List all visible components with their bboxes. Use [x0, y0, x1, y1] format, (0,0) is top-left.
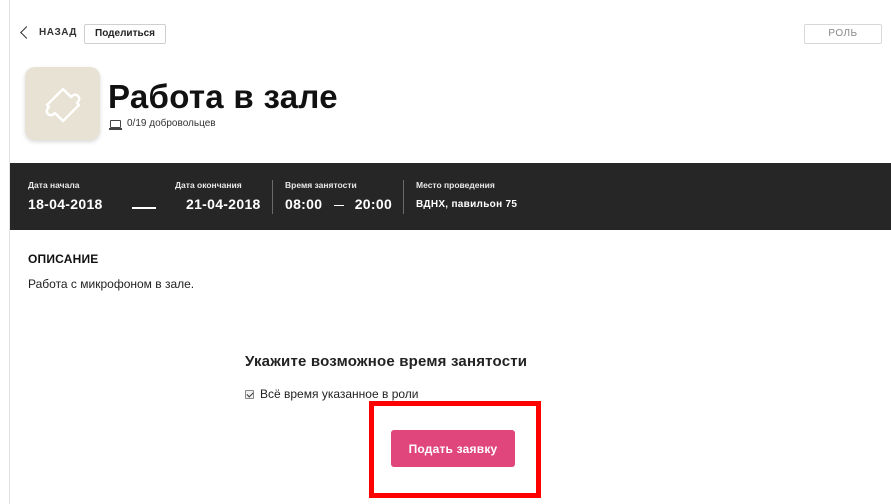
- volunteers-label: 0/19 добровольцев: [127, 118, 216, 129]
- back-link[interactable]: НАЗАД: [20, 26, 77, 39]
- start-date-field: Дата начала 18-04-2018: [28, 180, 103, 212]
- start-date-label: Дата начала: [28, 180, 80, 190]
- monitor-icon: [109, 119, 122, 130]
- puzzle-piece-icon: [45, 87, 80, 122]
- time-field: Время занятости 08:00 20:00: [285, 180, 392, 212]
- time-label: Время занятости: [285, 180, 357, 190]
- place-field: Место проведения ВДНХ, павильон 75: [416, 180, 517, 210]
- time-from: 08:00: [285, 196, 323, 212]
- all-time-checkbox[interactable]: Всё время указанное в роли: [245, 387, 418, 401]
- band-separator: [272, 180, 273, 214]
- place-label: Место проведения: [416, 180, 495, 190]
- availability-heading: Укажите возможное время занятости: [245, 353, 528, 370]
- page: НАЗАД Поделиться РОЛЬ Работа в зале 0/19…: [0, 0, 891, 504]
- chevron-left-icon: [20, 26, 33, 39]
- time-dash: [333, 204, 344, 207]
- all-time-checkbox-label: Всё время указанное в роли: [260, 387, 419, 401]
- end-date-field: Дата окончания 21-04-2018: [175, 180, 261, 212]
- role-button[interactable]: РОЛЬ: [804, 24, 882, 44]
- date-range-dash: [132, 207, 156, 209]
- checkbox-checked-icon[interactable]: [245, 389, 254, 399]
- share-button[interactable]: Поделиться: [84, 24, 167, 44]
- band-separator: [403, 180, 404, 214]
- description-text: Работа с микрофоном в зале.: [28, 277, 195, 291]
- submit-application-button[interactable]: Подать заявку: [391, 430, 515, 467]
- end-date-label: Дата окончания: [175, 180, 242, 190]
- end-date-value: 21-04-2018: [186, 196, 261, 212]
- time-to: 20:00: [354, 196, 393, 212]
- volunteers-count: 0/19 добровольцев: [109, 118, 216, 130]
- page-title: Работа в зале: [108, 78, 338, 115]
- back-label: НАЗАД: [39, 27, 77, 38]
- place-value: ВДНХ, павильон 75: [416, 199, 518, 210]
- description-heading: ОПИСАНИЕ: [28, 252, 99, 266]
- left-divider: [9, 0, 10, 504]
- time-value: 08:00 20:00: [285, 196, 392, 212]
- start-date-value: 18-04-2018: [28, 196, 103, 212]
- role-avatar: [25, 67, 100, 140]
- info-band: Дата начала 18-04-2018 Дата окончания 21…: [10, 163, 891, 230]
